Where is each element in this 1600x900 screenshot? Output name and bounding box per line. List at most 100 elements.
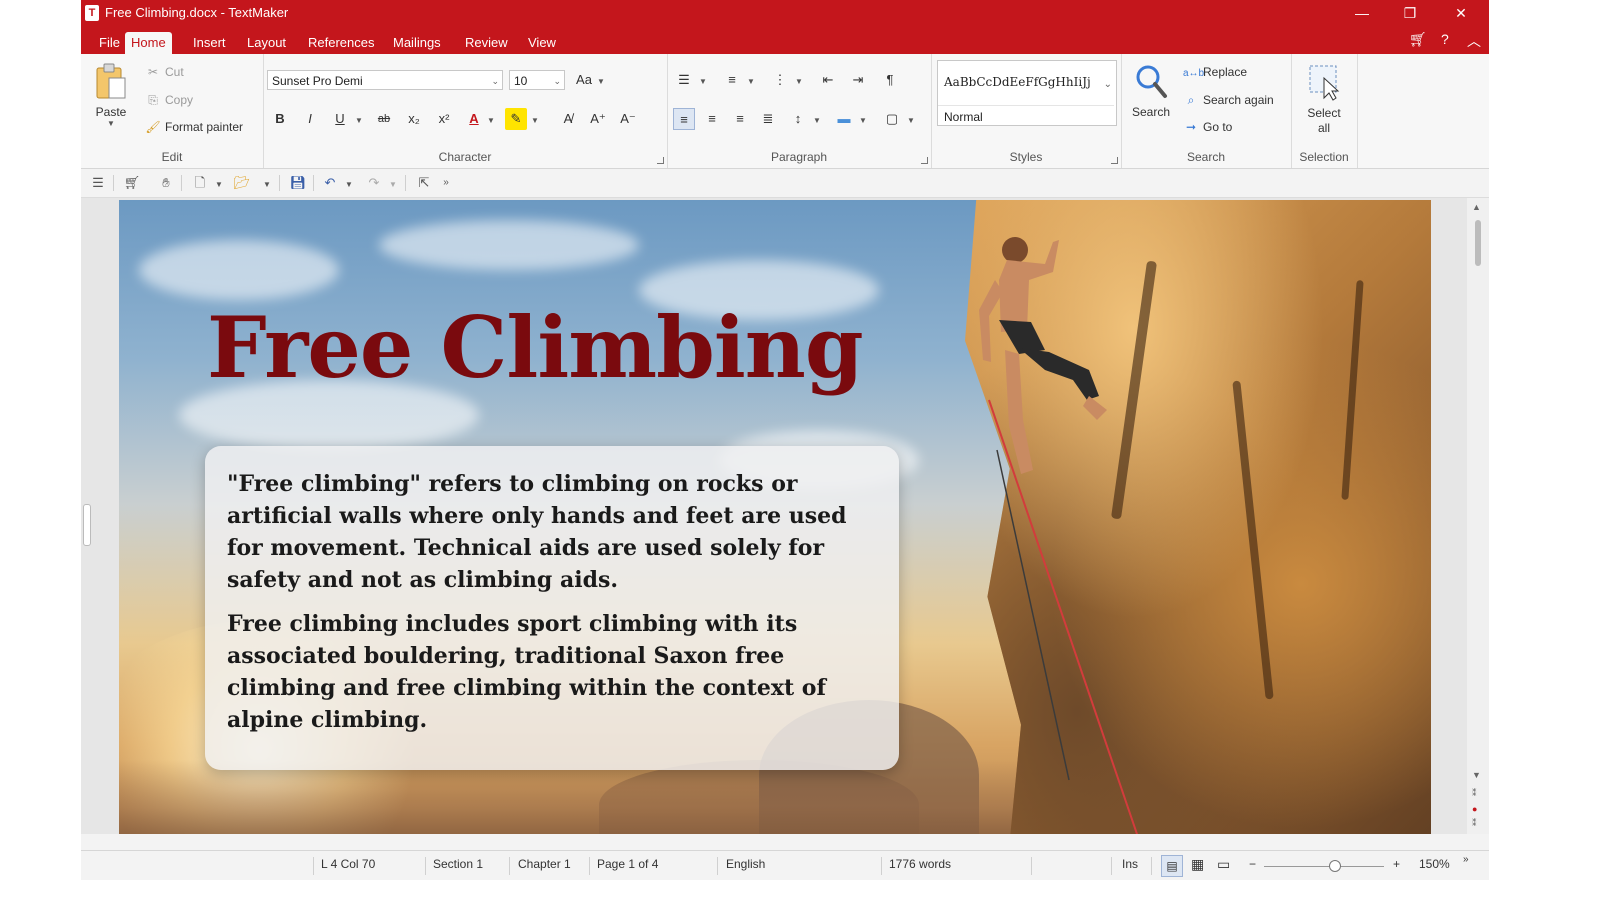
chevron-down-icon[interactable]: ▼ (907, 116, 915, 125)
previous-page-icon[interactable]: ⁑ (1472, 788, 1477, 799)
align-center-icon[interactable]: ≡ (701, 108, 723, 130)
character-dialog-launcher-icon[interactable] (657, 157, 664, 164)
bullet-list-icon[interactable]: ☰ (673, 69, 695, 91)
zoom-level[interactable]: 150% (1419, 857, 1450, 871)
chevron-down-icon[interactable]: ⌄ (1104, 79, 1112, 90)
help-icon[interactable]: ? (1441, 31, 1449, 47)
section-indicator[interactable]: Section 1 (433, 857, 483, 871)
menu-icon[interactable]: ☰ (89, 174, 107, 192)
chapter-indicator[interactable]: Chapter 1 (518, 857, 571, 871)
outline-view-icon[interactable]: ▦ (1191, 856, 1204, 873)
paragraph-dialog-launcher-icon[interactable] (921, 157, 928, 164)
search-button[interactable]: Search (1125, 62, 1177, 119)
subscript-button[interactable]: x₂ (403, 108, 425, 130)
cut-button[interactable]: ✂ Cut (145, 62, 184, 82)
tab-home[interactable]: Home (125, 32, 172, 54)
cursor-position[interactable]: L 4 Col 70 (321, 857, 375, 871)
scroll-up-icon[interactable]: ▲ (1472, 202, 1481, 212)
align-right-icon[interactable]: ≡ (729, 108, 751, 130)
chevron-down-icon[interactable]: ▼ (389, 180, 397, 189)
chevron-down-icon[interactable]: ▼ (345, 180, 353, 189)
search-again-button[interactable]: ⌕ Search again (1183, 90, 1274, 110)
browse-object-icon[interactable]: ● (1472, 804, 1477, 814)
pointer-icon[interactable]: ⇱ (415, 174, 433, 192)
page-view-icon[interactable]: ▭ (1217, 856, 1230, 873)
zoom-in-icon[interactable]: + (1393, 857, 1400, 871)
tab-file[interactable]: File (93, 32, 126, 54)
highlight-icon[interactable]: ✎ (505, 108, 527, 130)
tab-layout[interactable]: Layout (241, 32, 292, 54)
collapse-ribbon-icon[interactable]: ︿ (1467, 31, 1481, 51)
pilcrow-icon[interactable]: ¶ (879, 69, 901, 91)
multilevel-list-icon[interactable]: ⋮ (769, 69, 791, 91)
chevron-down-icon[interactable]: ▼ (813, 116, 821, 125)
vertical-scrollbar[interactable]: ▲ ▼ ⁑ ● ⁑ (1467, 198, 1489, 834)
chevron-down-icon[interactable]: ▼ (355, 116, 363, 125)
justify-icon[interactable]: ≣ (757, 108, 779, 130)
normal-view-icon[interactable]: ▤ (1161, 855, 1183, 877)
tab-mailings[interactable]: Mailings (387, 32, 447, 54)
paste-button[interactable]: Paste ▼ (89, 62, 133, 128)
bold-button[interactable]: B (269, 108, 291, 130)
zoom-slider-knob[interactable] (1329, 860, 1341, 872)
chevron-down-icon[interactable]: ▼ (487, 116, 495, 125)
text-box[interactable]: "Free climbing" refers to climbing on ro… (205, 446, 899, 770)
hand-icon[interactable]: ✋︎ (157, 174, 175, 192)
borders-icon[interactable]: ▢ (881, 108, 903, 130)
chevron-down-icon[interactable]: ▼ (597, 77, 605, 86)
document-page[interactable]: Free Climbing "Free climbing" refers to … (119, 200, 1431, 834)
left-panel-handle[interactable] (83, 504, 91, 546)
minimize-button[interactable]: — (1339, 0, 1385, 26)
zoom-out-icon[interactable]: − (1249, 857, 1256, 871)
chevron-down-icon[interactable]: ▼ (699, 77, 707, 86)
numbered-list-icon[interactable]: ≡ (721, 69, 743, 91)
overflow-icon[interactable]: » (1463, 854, 1469, 865)
chevron-down-icon[interactable]: ▼ (795, 77, 803, 86)
cart-icon[interactable]: 🛒︎ (123, 174, 141, 192)
select-all-button[interactable]: Select all (1295, 62, 1353, 136)
line-spacing-icon[interactable]: ↕ (787, 108, 809, 130)
overflow-icon[interactable]: » (437, 174, 455, 192)
textmaker-app-icon[interactable]: T (85, 5, 99, 21)
font-size-combo[interactable]: 10 ⌄ (509, 70, 565, 90)
save-icon[interactable]: 💾︎ (289, 174, 307, 192)
shrink-font-icon[interactable]: A⁻ (617, 108, 639, 130)
shading-icon[interactable]: ▬ (833, 108, 855, 130)
strikethrough-button[interactable]: ab (373, 108, 395, 130)
chevron-down-icon[interactable]: ▼ (263, 180, 271, 189)
insert-mode-indicator[interactable]: Ins (1122, 857, 1138, 871)
word-count[interactable]: 1776 words (889, 857, 951, 871)
page-indicator[interactable]: Page 1 of 4 (597, 857, 658, 871)
next-page-icon[interactable]: ⁑ (1472, 818, 1477, 829)
format-painter-button[interactable]: 🖌︎ Format painter (145, 117, 243, 137)
zoom-slider[interactable] (1264, 866, 1384, 867)
chevron-down-icon[interactable]: ▼ (747, 77, 755, 86)
chevron-down-icon[interactable]: ▼ (859, 116, 867, 125)
style-gallery[interactable]: AaBbCcDdEeFfGgHhIiJj Normal ⌄ (937, 60, 1117, 126)
tab-view[interactable]: View (522, 32, 562, 54)
underline-button[interactable]: U (329, 108, 351, 130)
paste-dropdown-icon[interactable]: ▼ (89, 119, 133, 128)
open-folder-icon[interactable]: 📂︎ (233, 174, 251, 192)
tab-insert[interactable]: Insert (187, 32, 232, 54)
cart-icon[interactable]: 🛒︎ (1409, 31, 1427, 48)
change-case-icon[interactable]: Aa (573, 69, 595, 91)
language-indicator[interactable]: English (726, 857, 765, 871)
font-name-combo[interactable]: Sunset Pro Demi ⌄ (267, 70, 503, 90)
replace-button[interactable]: a↔bReplace (1183, 62, 1247, 82)
font-color-button[interactable]: A (463, 108, 485, 130)
italic-button[interactable]: I (299, 108, 321, 130)
scrollbar-thumb[interactable] (1475, 220, 1481, 266)
chevron-down-icon[interactable]: ▼ (531, 116, 539, 125)
decrease-indent-icon[interactable]: ⇤ (817, 69, 839, 91)
styles-dialog-launcher-icon[interactable] (1111, 157, 1118, 164)
new-document-icon[interactable]: 🗋︎ (191, 174, 209, 192)
grow-font-icon[interactable]: A⁺ (587, 108, 609, 130)
scroll-down-icon[interactable]: ▼ (1472, 770, 1481, 780)
clear-formatting-icon[interactable]: A̸ (557, 108, 579, 130)
chevron-down-icon[interactable]: ▼ (215, 180, 223, 189)
close-button[interactable]: ✕ (1438, 0, 1484, 26)
go-to-button[interactable]: ➞ Go to (1183, 117, 1232, 137)
tab-references[interactable]: References (302, 32, 380, 54)
undo-icon[interactable]: ↶ (321, 174, 339, 192)
